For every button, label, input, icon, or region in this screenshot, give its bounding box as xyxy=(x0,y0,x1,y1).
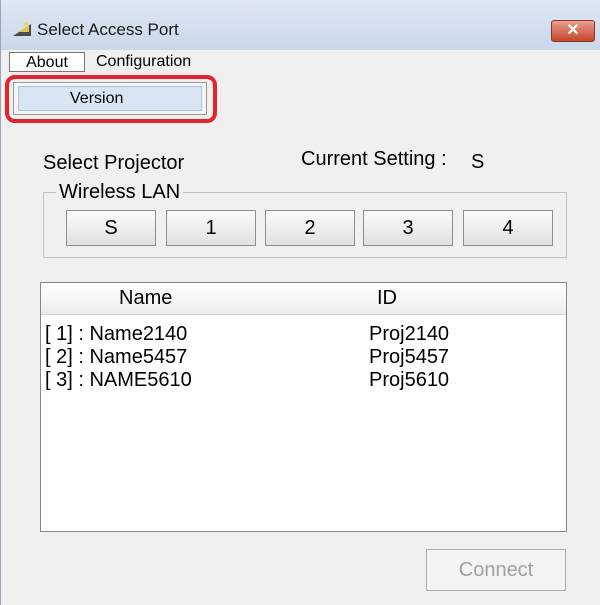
projector-button-1[interactable]: 1 xyxy=(166,210,256,246)
wireless-lan-label: Wireless LAN xyxy=(56,181,184,204)
select-access-port-window: Select Access Port ✕ About Configuration… xyxy=(0,0,600,605)
current-setting-label: Current Setting : xyxy=(301,148,447,170)
list-item-name: [ 2] : Name5457 xyxy=(45,346,188,368)
projector-button-s[interactable]: S xyxy=(66,210,156,246)
current-setting-value: S xyxy=(471,151,485,173)
menu-about[interactable]: About xyxy=(9,52,85,72)
close-icon: ✕ xyxy=(566,22,580,39)
list-item-id: Proj2140 xyxy=(369,323,450,345)
connect-button[interactable]: Connect xyxy=(426,549,566,591)
menu-configuration[interactable]: Configuration xyxy=(94,52,191,72)
list-item-name: [ 3] : NAME5610 xyxy=(45,369,192,391)
projector-button-3[interactable]: 3 xyxy=(363,210,453,246)
list-item[interactable]: [ 2] : Name5457 Proj5457 xyxy=(41,346,566,368)
highlight-annotation xyxy=(5,75,217,123)
app-icon xyxy=(13,22,31,36)
projector-button-4[interactable]: 4 xyxy=(463,210,553,246)
column-header-id[interactable]: ID xyxy=(377,287,397,310)
title-bar[interactable]: Select Access Port ✕ xyxy=(1,0,600,50)
select-projector-label: Select Projector xyxy=(43,152,185,174)
list-item[interactable]: [ 1] : Name2140 Proj2140 xyxy=(41,323,566,345)
list-item-name: [ 1] : Name2140 xyxy=(45,323,188,345)
list-item-id: Proj5610 xyxy=(369,369,450,391)
window-title: Select Access Port xyxy=(37,20,179,39)
close-button[interactable]: ✕ xyxy=(551,20,595,42)
menu-bar: About Configuration xyxy=(1,50,600,74)
list-header: Name ID xyxy=(41,283,566,315)
list-item[interactable]: [ 3] : NAME5610 Proj5610 xyxy=(41,369,566,391)
projector-list[interactable]: Name ID [ 1] : Name2140 Proj2140 [ 2] : … xyxy=(40,282,567,532)
list-item-id: Proj5457 xyxy=(369,346,450,368)
column-header-name[interactable]: Name xyxy=(119,287,172,310)
projector-button-2[interactable]: 2 xyxy=(265,210,355,246)
